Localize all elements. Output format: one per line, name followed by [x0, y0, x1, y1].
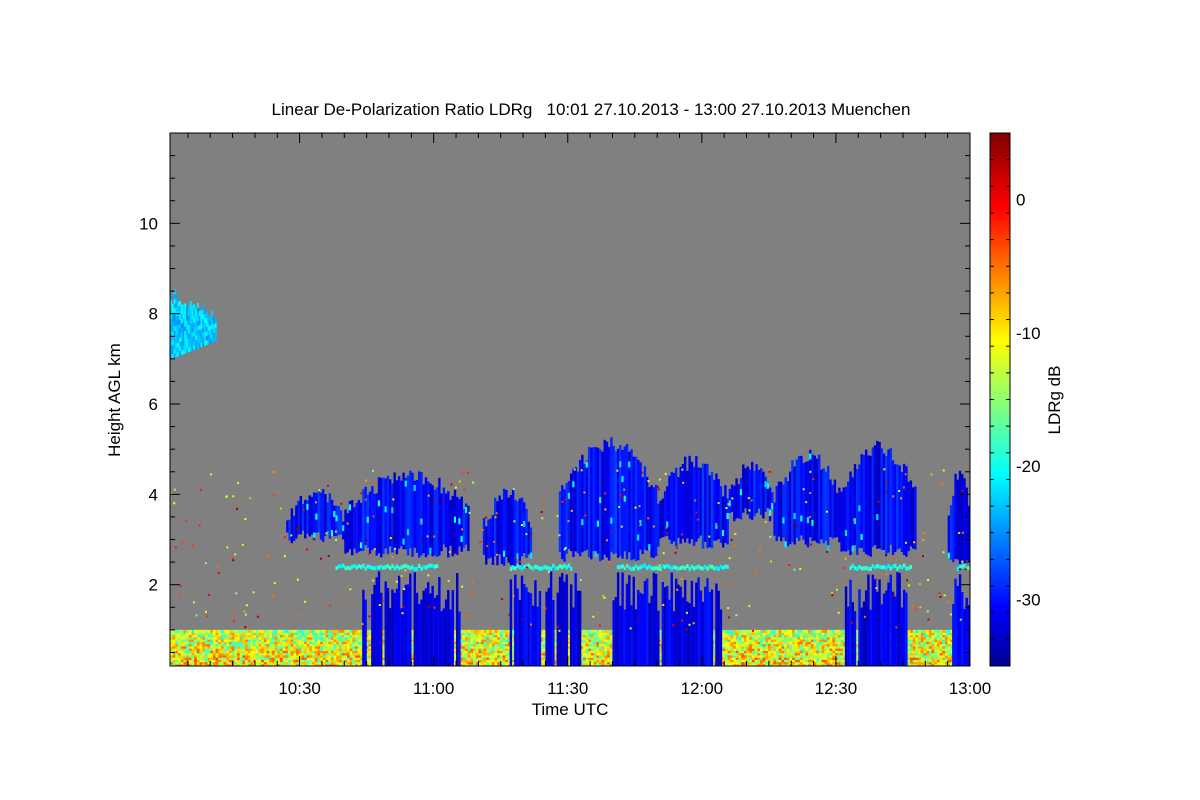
y-tick-label: 10	[139, 214, 158, 233]
y-axis-label: Height AGL km	[105, 343, 124, 457]
chart-title: Linear De-Polarization Ratio LDRg 10:01 …	[272, 100, 911, 119]
x-tick-label: 11:00	[413, 679, 454, 698]
x-tick-label: 13:00	[949, 679, 992, 698]
colorbar-label: LDRg dB	[1045, 366, 1064, 435]
chart-canvas: Linear De-Polarization Ratio LDRg 10:01 …	[105, 100, 1064, 719]
x-axis-label: Time UTC	[532, 700, 609, 719]
colorbar-tick-label: -20	[1016, 457, 1041, 476]
x-tick-label: 12:00	[681, 679, 724, 698]
colorbar-tick-label: -10	[1016, 324, 1041, 343]
x-tick-label: 11:30	[547, 679, 588, 698]
x-tick-label: 10:30	[278, 679, 321, 698]
y-tick-label: 6	[149, 395, 158, 414]
colorbar-tick-label: -30	[1016, 590, 1041, 609]
colorbar-tick-label: 0	[1016, 191, 1025, 210]
y-tick-label: 4	[149, 485, 158, 504]
y-tick-label: 2	[149, 576, 158, 595]
x-tick-label: 12:30	[815, 679, 858, 698]
y-tick-label: 8	[149, 305, 158, 324]
